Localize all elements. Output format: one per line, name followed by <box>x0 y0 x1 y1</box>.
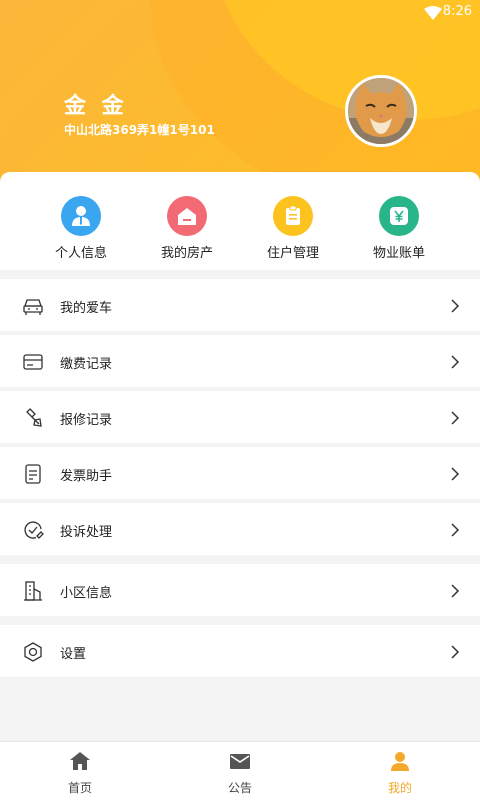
menu-item-my-car[interactable]: 我的爱车 <box>0 279 480 331</box>
menu-label: 小区信息 <box>60 586 113 601</box>
shortcut-label: 住户管理 <box>266 246 319 261</box>
menu-item-repair-records[interactable]: 报修记录 <box>0 391 480 443</box>
tab-label: 公告 <box>227 781 252 795</box>
tab-label: 首页 <box>67 781 92 795</box>
home-icon <box>70 752 90 770</box>
chevron-right-icon <box>450 522 460 537</box>
menu-item-invoice-assistant[interactable]: 发票助手 <box>0 447 480 499</box>
menu-item-payment-records[interactable]: 缴费记录 <box>0 335 480 387</box>
chevron-right-icon <box>450 644 460 659</box>
shortcut-card: 个人信息 我的房产 住户管理 物业账单 <box>0 172 480 270</box>
card-icon <box>22 351 44 373</box>
chevron-right-icon <box>450 410 460 425</box>
user-icon <box>391 752 409 771</box>
chevron-right-icon <box>450 298 460 313</box>
shortcut-my-property[interactable]: 我的房产 <box>132 196 242 261</box>
shortcut-label: 我的房产 <box>160 246 213 261</box>
house-icon <box>167 196 207 236</box>
person-icon <box>61 196 101 236</box>
wifi-icon <box>424 5 442 24</box>
shortcut-resident-management[interactable]: 住户管理 <box>238 196 348 261</box>
shortcut-property-bill[interactable]: 物业账单 <box>344 196 454 261</box>
status-time: 8:26 <box>442 4 472 19</box>
clipboard-icon <box>273 196 313 236</box>
menu-item-complaint-handling[interactable]: 投诉处理 <box>0 503 480 555</box>
menu-item-settings[interactable]: 设置 <box>0 625 480 677</box>
chevron-right-icon <box>450 583 460 598</box>
menu-label: 发票助手 <box>60 469 113 484</box>
user-address: 中山北路369弄1幢1号101 <box>64 123 215 137</box>
tab-mine[interactable]: 我的 <box>350 750 450 796</box>
chevron-right-icon <box>450 354 460 369</box>
settings-icon <box>22 641 44 663</box>
menu-label: 报修记录 <box>60 413 113 428</box>
status-bar: 8:26 <box>0 0 480 24</box>
menu-label: 我的爱车 <box>60 301 113 316</box>
user-name[interactable]: 金 金 <box>64 88 128 120</box>
menu-label: 缴费记录 <box>60 357 113 372</box>
shortcut-personal-info[interactable]: 个人信息 <box>26 196 136 261</box>
shortcut-label: 物业账单 <box>372 246 425 261</box>
building-icon <box>22 580 44 602</box>
chevron-right-icon <box>450 466 460 481</box>
tab-notice[interactable]: 公告 <box>190 750 290 796</box>
complaint-icon <box>22 519 44 541</box>
repair-brush-icon <box>22 407 44 429</box>
menu-label: 设置 <box>60 647 87 662</box>
bottom-tab-bar: 首页 公告 我的 <box>0 741 480 800</box>
avatar[interactable] <box>345 75 417 147</box>
invoice-icon <box>22 463 44 485</box>
yen-icon <box>379 196 419 236</box>
mail-icon <box>230 754 250 769</box>
tab-label: 我的 <box>387 781 412 795</box>
tab-home[interactable]: 首页 <box>30 750 130 796</box>
menu-item-community-info[interactable]: 小区信息 <box>0 564 480 616</box>
car-icon <box>22 295 44 317</box>
cat-avatar-image <box>348 78 414 144</box>
shortcut-label: 个人信息 <box>54 246 107 261</box>
menu-label: 投诉处理 <box>60 525 113 540</box>
